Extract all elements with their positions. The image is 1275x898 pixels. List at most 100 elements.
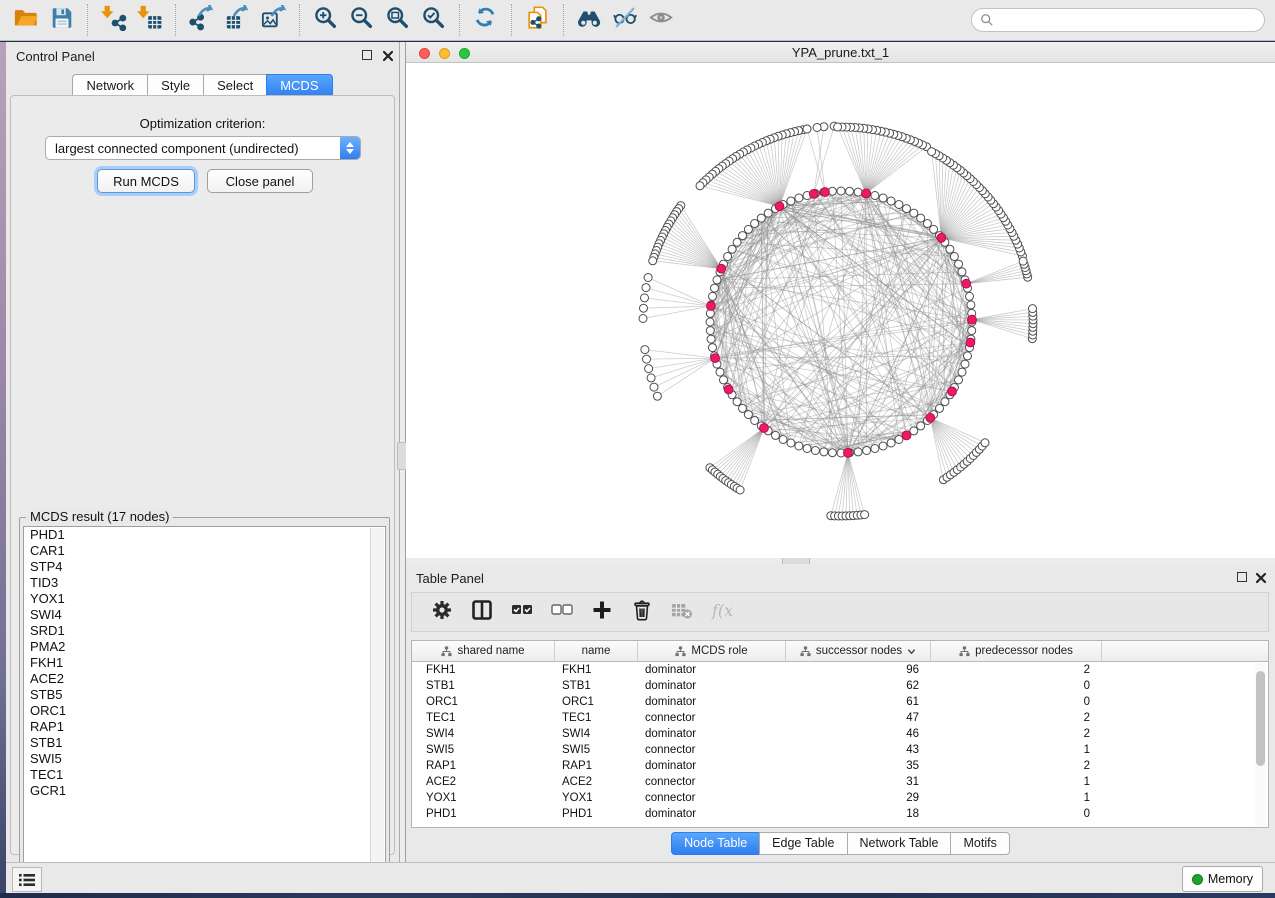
mcds-result-item[interactable]: STB5 [24,687,385,703]
network-node[interactable] [879,194,887,202]
network-node[interactable] [706,318,714,326]
tab-motifs[interactable]: Motifs [950,832,1009,855]
network-node[interactable] [964,352,972,360]
network-node[interactable] [958,268,966,276]
network-leaf-node[interactable] [803,125,811,133]
network-leaf-node[interactable] [1019,257,1027,265]
delete-column-button[interactable] [630,600,654,624]
mcds-result-item[interactable]: PMA2 [24,639,385,655]
column-header-name[interactable]: name [555,641,638,661]
network-node[interactable] [739,232,747,240]
mcds-result-item[interactable]: RAP1 [24,719,385,735]
network-hub-node[interactable] [821,188,830,197]
network-node[interactable] [795,194,803,202]
export-image-button[interactable] [256,3,292,37]
network-node[interactable] [709,344,717,352]
network-node[interactable] [871,192,879,200]
network-node[interactable] [958,368,966,376]
search-box[interactable] [971,8,1265,32]
mcds-result-item[interactable]: STP4 [24,559,385,575]
mcds-result-item[interactable]: ORC1 [24,703,385,719]
network-node[interactable] [716,368,724,376]
float-panel-icon[interactable] [362,50,372,60]
network-node[interactable] [733,398,741,406]
network-node[interactable] [707,335,715,343]
zoom-selected-button[interactable] [416,3,452,37]
network-leaf-node[interactable] [641,294,649,302]
network-node[interactable] [966,292,974,300]
save-session-button[interactable] [44,3,80,37]
network-hub-node[interactable] [809,190,818,199]
import-network-button[interactable] [96,3,132,37]
network-leaf-node[interactable] [928,148,936,156]
network-hub-node[interactable] [937,233,946,242]
column-header-MCDS-role[interactable]: MCDS role [638,641,786,661]
mcds-result-item[interactable]: TID3 [24,575,385,591]
network-node[interactable] [787,439,795,447]
network-node[interactable] [863,447,871,455]
export-network-button[interactable] [184,3,220,37]
table-settings-button[interactable] [430,600,454,624]
tab-edge-table[interactable]: Edge Table [759,832,846,855]
network-node[interactable] [871,445,879,453]
network-leaf-node[interactable] [649,257,657,265]
network-node[interactable] [751,220,759,228]
network-node[interactable] [903,205,911,213]
mcds-result-item[interactable]: GCR1 [24,783,385,799]
mcds-result-item[interactable]: PHD1 [24,527,385,543]
mcds-result-item[interactable]: SWI4 [24,607,385,623]
table-row[interactable]: PHD1PHD1dominator180 [412,806,1268,822]
network-node[interactable] [820,448,828,456]
table-row[interactable]: STB1STB1dominator620 [412,678,1268,694]
network-hub-node[interactable] [926,413,935,422]
network-node[interactable] [846,187,854,195]
network-leaf-node[interactable] [981,439,989,447]
add-column-button[interactable] [590,600,614,624]
network-node[interactable] [739,404,747,412]
column-header-shared-name[interactable]: shared name [412,641,555,661]
network-node[interactable] [854,448,862,456]
table-row[interactable]: FKH1FKH1dominator962 [412,662,1268,678]
network-node[interactable] [910,209,918,217]
column-header-predecessor-nodes[interactable]: predecessor nodes [931,641,1102,661]
memory-button[interactable]: Memory [1182,866,1263,892]
network-leaf-node[interactable] [645,365,653,373]
network-hub-node[interactable] [707,302,716,311]
task-history-button[interactable] [12,867,42,892]
network-node[interactable] [828,449,836,457]
network-node[interactable] [709,292,717,300]
tab-network-table[interactable]: Network Table [847,832,951,855]
mcds-result-item[interactable]: SRD1 [24,623,385,639]
search-input[interactable] [994,9,1264,31]
network-leaf-node[interactable] [640,304,648,312]
mcds-result-item[interactable]: FKH1 [24,655,385,671]
network-node[interactable] [930,225,938,233]
network-node[interactable] [757,214,765,222]
network-node[interactable] [955,376,963,384]
network-node[interactable] [887,439,895,447]
refresh-button[interactable] [468,3,504,37]
table-row[interactable]: SWI4SWI4dominator462 [412,726,1268,742]
network-node[interactable] [787,197,795,205]
mcds-list-scrollbar[interactable] [370,528,384,884]
export-table-button[interactable] [220,3,256,37]
mcds-result-list[interactable]: PHD1CAR1STP4TID3YOX1SWI4SRD1PMA2FKH1ACE2… [23,526,386,884]
network-leaf-node[interactable] [639,315,647,323]
network-leaf-node[interactable] [644,274,652,282]
show-columns-button[interactable] [470,600,494,624]
network-leaf-node[interactable] [696,182,704,190]
mcds-result-item[interactable]: ACE2 [24,671,385,687]
float-table-panel-icon[interactable] [1237,572,1247,582]
network-node[interactable] [764,209,772,217]
network-node[interactable] [795,442,803,450]
network-leaf-node[interactable] [834,123,842,131]
close-table-panel-icon[interactable] [1255,571,1267,583]
network-node[interactable] [968,327,976,335]
network-canvas[interactable] [406,63,1275,558]
network-node[interactable] [955,260,963,268]
network-node[interactable] [895,436,903,444]
clone-network-button[interactable] [520,3,556,37]
network-node[interactable] [961,360,969,368]
table-row[interactable]: ACE2ACE2connector311 [412,774,1268,790]
network-node[interactable] [711,284,719,292]
